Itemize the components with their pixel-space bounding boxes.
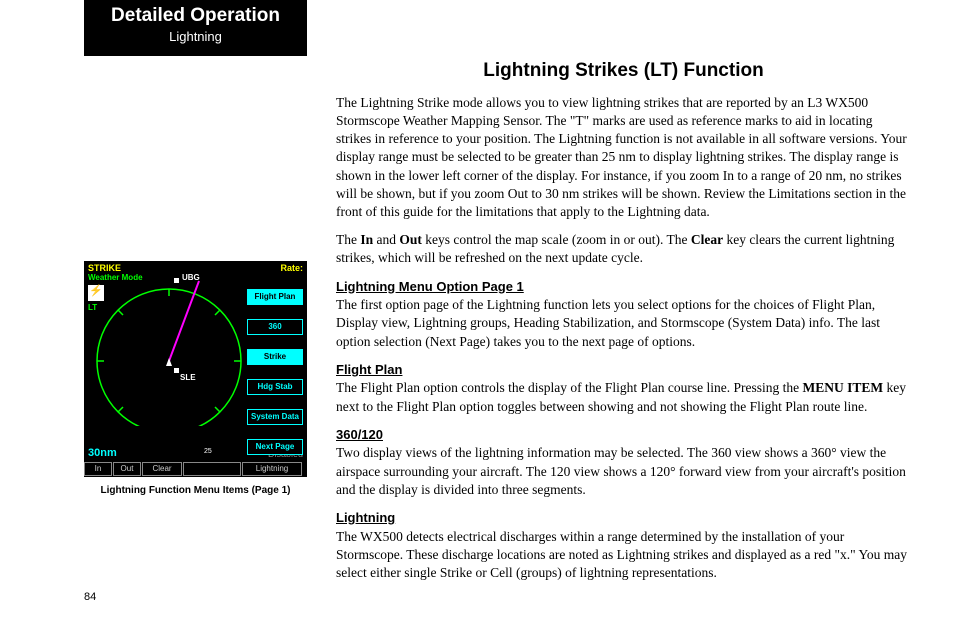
btn-out: Out (113, 462, 141, 476)
section-body: Two display views of the lightning infor… (336, 444, 911, 499)
waypoint-sle: SLE (180, 373, 196, 382)
section-flight-plan: Flight Plan The Flight Plan option contr… (336, 361, 911, 416)
weather-mode-label: Weather Mode (88, 273, 143, 282)
compass-ring-icon (94, 276, 244, 426)
section-360-120: 360/120 Two display views of the lightni… (336, 426, 911, 499)
section-lightning: Lightning The WX500 detects electrical d… (336, 509, 911, 582)
range-label: 30nm (88, 447, 117, 459)
btn-clear: Clear (142, 462, 182, 476)
menu-flight-plan: Flight Plan (247, 289, 303, 305)
p2-text: The (336, 232, 360, 247)
bottom-button-row: In Out Clear Lightning (84, 462, 307, 476)
rate-label: Rate: (280, 263, 303, 273)
menu-system-data: System Data (247, 409, 303, 425)
menu-strike: Strike (247, 349, 303, 365)
btn-lightning: Lightning (242, 462, 302, 476)
subheading: Lightning (336, 509, 911, 527)
range-tick: 25 (204, 448, 212, 455)
p2-in: In (360, 232, 373, 247)
subheading: 360/120 (336, 426, 911, 444)
section-body: The first option page of the Lightning f… (336, 296, 911, 351)
mode-label: STRIKE (88, 263, 121, 273)
section-body: The Flight Plan option controls the disp… (336, 379, 911, 415)
main-heading: Lightning Strikes (LT) Function (336, 58, 911, 84)
btn-blank (183, 462, 241, 476)
menu-item-key: MENU ITEM (802, 380, 883, 395)
figure-caption: Lightning Function Menu Items (Page 1) (84, 485, 307, 496)
header-subtitle: Lightning (84, 29, 307, 44)
p2-clear: Clear (691, 232, 723, 247)
p2-text: and (373, 232, 399, 247)
page-number: 84 (84, 591, 96, 603)
section-menu-page-1: Lightning Menu Option Page 1 The first o… (336, 278, 911, 351)
header-title: Detailed Operation (84, 5, 307, 27)
btn-in: In (84, 462, 112, 476)
device-screenshot: STRIKE Weather Mode ⚡ LT Rate: UBG SLE 3… (84, 261, 307, 477)
intro-paragraph-1: The Lightning Strike mode allows you to … (336, 94, 911, 222)
subheading: Flight Plan (336, 361, 911, 379)
intro-paragraph-2: The In and Out keys control the map scal… (336, 231, 911, 267)
menu-next-page: Next Page (247, 439, 303, 455)
main-content: Lightning Strikes (LT) Function The Ligh… (336, 58, 911, 592)
body-text: The Flight Plan option controls the disp… (336, 380, 802, 395)
section-header: Detailed Operation Lightning (84, 0, 307, 56)
subheading: Lightning Menu Option Page 1 (336, 278, 911, 296)
p2-out: Out (399, 232, 422, 247)
waypoint-ubg: UBG (182, 273, 200, 282)
lightning-icon: ⚡ (88, 285, 104, 301)
lt-label: LT (88, 303, 97, 312)
menu-360: 360 (247, 319, 303, 335)
menu-hdg-stab: Hdg Stab (247, 379, 303, 395)
section-body: The WX500 detects electrical discharges … (336, 528, 911, 583)
p2-text: keys control the map scale (zoom in or o… (422, 232, 691, 247)
figure-column: STRIKE Weather Mode ⚡ LT Rate: UBG SLE 3… (84, 261, 307, 496)
